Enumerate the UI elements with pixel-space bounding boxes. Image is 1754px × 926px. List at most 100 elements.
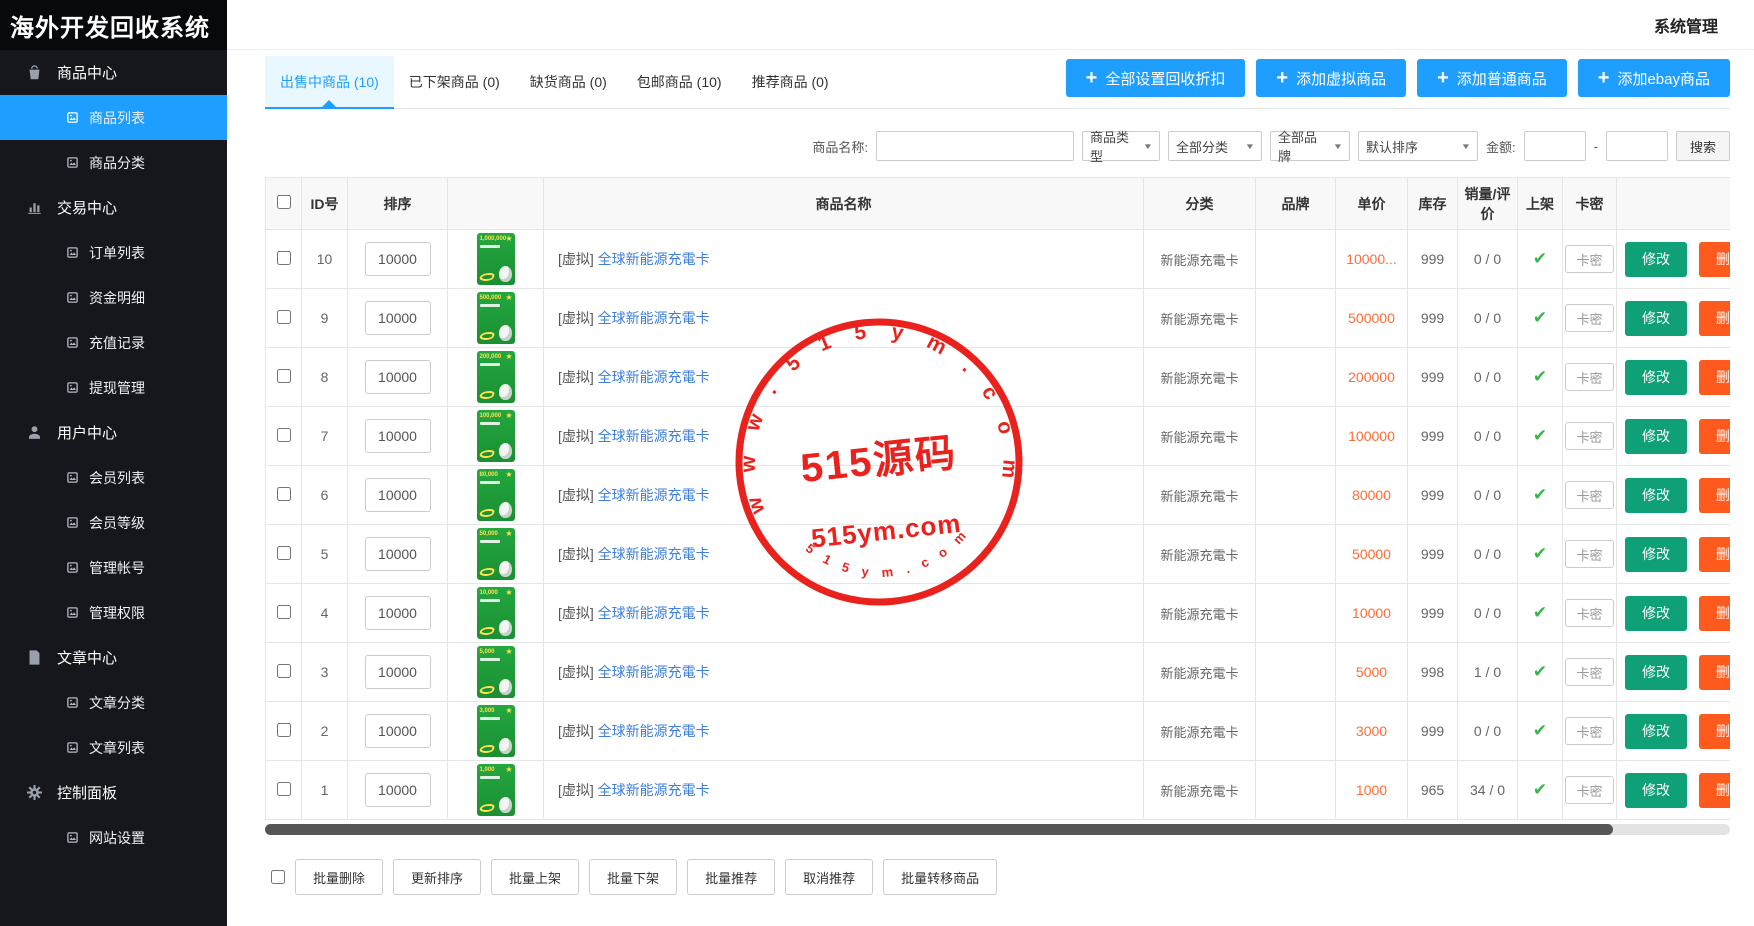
sidebar-section[interactable]: 商品中心 [0, 50, 227, 95]
sidebar-item[interactable]: 提现管理 [0, 365, 227, 410]
batch-select-checkbox[interactable] [271, 870, 285, 884]
sidebar-item[interactable]: 文章分类 [0, 680, 227, 725]
sidebar-section[interactable]: 文章中心 [0, 635, 227, 680]
scrollbar-thumb[interactable] [265, 824, 1613, 835]
product-name-link[interactable]: 全球新能源充電卡 [598, 369, 710, 385]
sidebar-item[interactable]: 会员等级 [0, 500, 227, 545]
delete-button[interactable]: 删除 [1699, 714, 1730, 749]
sidebar-item[interactable]: 商品列表 [0, 95, 227, 140]
kami-button[interactable]: 卡密 [1565, 481, 1613, 509]
sidebar-item[interactable]: 订单列表 [0, 230, 227, 275]
product-name-link[interactable]: 全球新能源充電卡 [598, 251, 710, 267]
delete-button[interactable]: 删除 [1699, 301, 1730, 336]
select-all-checkbox[interactable] [277, 195, 291, 209]
sort-input[interactable] [365, 360, 431, 394]
sort-input[interactable] [365, 655, 431, 689]
row-checkbox[interactable] [277, 369, 291, 383]
product-name-link[interactable]: 全球新能源充電卡 [598, 605, 710, 621]
sidebar-item[interactable]: 文章列表 [0, 725, 227, 770]
delete-button[interactable]: 删除 [1699, 537, 1730, 572]
product-name-link[interactable]: 全球新能源充電卡 [598, 487, 710, 503]
brand-select[interactable]: 全部品牌▼ [1270, 131, 1350, 161]
tab[interactable]: 已下架商品 (0) [394, 56, 515, 108]
sort-input[interactable] [365, 714, 431, 748]
system-admin-menu[interactable]: 系统管理 [1654, 13, 1718, 37]
kami-button[interactable]: 卡密 [1565, 245, 1613, 273]
sidebar-item[interactable]: 会员列表 [0, 455, 227, 500]
kami-button[interactable]: 卡密 [1565, 776, 1613, 804]
edit-button[interactable]: 修改 [1625, 773, 1687, 808]
amount-max-input[interactable] [1606, 131, 1668, 161]
edit-button[interactable]: 修改 [1625, 478, 1687, 513]
sidebar-item[interactable]: 管理帐号 [0, 545, 227, 590]
delete-button[interactable]: 删除 [1699, 596, 1730, 631]
edit-button[interactable]: 修改 [1625, 714, 1687, 749]
row-checkbox[interactable] [277, 428, 291, 442]
edit-button[interactable]: 修改 [1625, 419, 1687, 454]
search-button[interactable]: 搜索 [1676, 131, 1730, 161]
sort-input[interactable] [365, 242, 431, 276]
kami-button[interactable]: 卡密 [1565, 304, 1613, 332]
row-checkbox[interactable] [277, 251, 291, 265]
horizontal-scrollbar[interactable] [265, 824, 1730, 835]
tab[interactable]: 推荐商品 (0) [737, 56, 844, 108]
kami-button[interactable]: 卡密 [1565, 540, 1613, 568]
sort-input[interactable] [365, 773, 431, 807]
product-name-link[interactable]: 全球新能源充電卡 [598, 310, 710, 326]
sort-input[interactable] [365, 478, 431, 512]
product-name-link[interactable]: 全球新能源充電卡 [598, 782, 710, 798]
batch-button[interactable]: 批量删除 [295, 859, 383, 895]
product-name-link[interactable]: 全球新能源充電卡 [598, 428, 710, 444]
add-product-button[interactable]: +全部设置回收折扣 [1066, 59, 1246, 97]
sort-input[interactable] [365, 419, 431, 453]
product-name-link[interactable]: 全球新能源充電卡 [598, 546, 710, 562]
sidebar-section[interactable]: 用户中心 [0, 410, 227, 455]
batch-button[interactable]: 批量转移商品 [883, 859, 997, 895]
kami-button[interactable]: 卡密 [1565, 422, 1613, 450]
row-checkbox[interactable] [277, 664, 291, 678]
row-checkbox[interactable] [277, 546, 291, 560]
sidebar-item[interactable]: 网站设置 [0, 815, 227, 860]
sidebar-section[interactable]: 交易中心 [0, 185, 227, 230]
row-checkbox[interactable] [277, 487, 291, 501]
add-product-button[interactable]: +添加虚拟商品 [1256, 59, 1406, 97]
delete-button[interactable]: 删除 [1699, 419, 1730, 454]
batch-button[interactable]: 批量推荐 [687, 859, 775, 895]
delete-button[interactable]: 删除 [1699, 478, 1730, 513]
edit-button[interactable]: 修改 [1625, 596, 1687, 631]
add-product-button[interactable]: +添加普通商品 [1417, 59, 1567, 97]
row-checkbox[interactable] [277, 605, 291, 619]
batch-button[interactable]: 取消推荐 [785, 859, 873, 895]
product-type-select[interactable]: 商品类型▼ [1082, 131, 1160, 161]
row-checkbox[interactable] [277, 310, 291, 324]
edit-button[interactable]: 修改 [1625, 360, 1687, 395]
edit-button[interactable]: 修改 [1625, 537, 1687, 572]
tab[interactable]: 出售中商品 (10) [265, 56, 394, 108]
sidebar-item[interactable]: 管理权限 [0, 590, 227, 635]
edit-button[interactable]: 修改 [1625, 301, 1687, 336]
sort-input[interactable] [365, 301, 431, 335]
sidebar-section[interactable]: 控制面板 [0, 770, 227, 815]
edit-button[interactable]: 修改 [1625, 242, 1687, 277]
tab[interactable]: 缺货商品 (0) [515, 56, 622, 108]
amount-min-input[interactable] [1524, 131, 1586, 161]
category-select[interactable]: 全部分类▼ [1168, 131, 1262, 161]
product-name-link[interactable]: 全球新能源充電卡 [598, 664, 710, 680]
sort-input[interactable] [365, 537, 431, 571]
sort-input[interactable] [365, 596, 431, 630]
row-checkbox[interactable] [277, 782, 291, 796]
batch-button[interactable]: 批量下架 [589, 859, 677, 895]
kami-button[interactable]: 卡密 [1565, 599, 1613, 627]
edit-button[interactable]: 修改 [1625, 655, 1687, 690]
add-product-button[interactable]: +添加ebay商品 [1578, 59, 1730, 97]
batch-button[interactable]: 批量上架 [491, 859, 579, 895]
kami-button[interactable]: 卡密 [1565, 717, 1613, 745]
delete-button[interactable]: 删除 [1699, 242, 1730, 277]
delete-button[interactable]: 删除 [1699, 773, 1730, 808]
sidebar-item[interactable]: 商品分类 [0, 140, 227, 185]
row-checkbox[interactable] [277, 723, 291, 737]
product-name-input[interactable] [876, 131, 1074, 161]
sidebar-item[interactable]: 资金明细 [0, 275, 227, 320]
sort-select[interactable]: 默认排序▼ [1358, 131, 1478, 161]
tab[interactable]: 包邮商品 (10) [622, 56, 737, 108]
